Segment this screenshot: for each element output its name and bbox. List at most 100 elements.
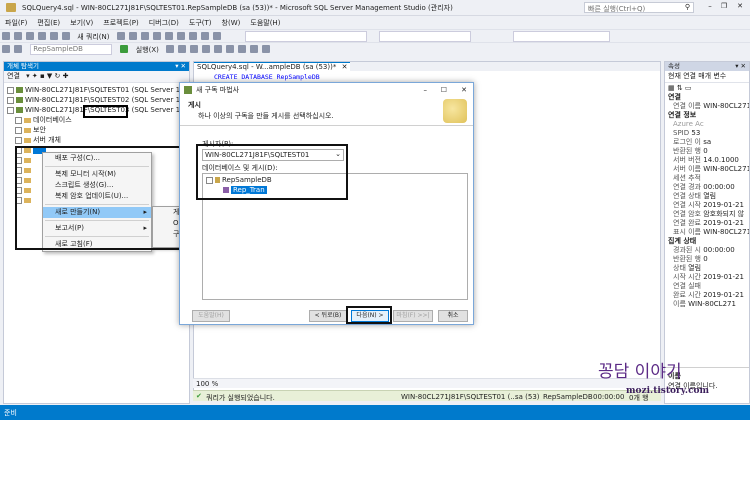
properties-selector[interactable]: 현재 연결 매개 변수 bbox=[665, 71, 749, 83]
menu-debug[interactable]: 디버그(D) bbox=[144, 16, 184, 28]
intellisense-icon[interactable] bbox=[214, 45, 223, 53]
database-dropdown[interactable]: RepSampleDB bbox=[30, 44, 113, 55]
section-connection-info[interactable]: 연결 정보 bbox=[665, 111, 749, 120]
comment-icon[interactable] bbox=[226, 45, 235, 53]
save-all-icon[interactable] bbox=[62, 32, 70, 40]
tree-server-objects[interactable]: 서버 개체 bbox=[7, 135, 189, 145]
property-row[interactable]: SPID 53 bbox=[665, 129, 749, 138]
property-row[interactable]: 반환된 행 0 bbox=[665, 147, 749, 156]
property-row[interactable]: 연결 경과 00:00:00 bbox=[665, 183, 749, 192]
editor-code[interactable]: CREATE DATABASE RepSampleDB bbox=[214, 73, 320, 81]
connect-button[interactable]: 연결 bbox=[7, 72, 20, 80]
wizard-maximize-button[interactable]: ☐ bbox=[441, 83, 447, 97]
cancel-button[interactable]: 취소 bbox=[438, 310, 468, 322]
solution-config-dropdown[interactable] bbox=[244, 31, 367, 42]
property-row[interactable]: 로그인 이 sa bbox=[665, 138, 749, 147]
back-icon[interactable] bbox=[2, 32, 10, 40]
property-row[interactable]: 경과된 시 00:00:00 bbox=[665, 246, 749, 255]
menu-project[interactable]: 프로젝트(P) bbox=[98, 16, 143, 28]
maximize-button[interactable]: ❐ bbox=[718, 2, 730, 13]
copy-icon[interactable] bbox=[176, 32, 185, 40]
connect-icon[interactable] bbox=[2, 45, 10, 53]
tree-server-2[interactable]: WIN-80CL271J81F\SQLTEST02 (SQL Server 14… bbox=[7, 95, 229, 105]
close-button[interactable]: ✕ bbox=[734, 2, 746, 13]
mdx-icon[interactable] bbox=[128, 32, 137, 40]
parse-icon[interactable] bbox=[190, 45, 199, 53]
tree-server-1[interactable]: WIN-80CL271J81F\SQLTEST01 (SQL Server 14… bbox=[7, 85, 229, 95]
property-row[interactable]: 상태 열림 bbox=[665, 264, 749, 273]
property-row[interactable]: 연결 시작 2019-01-21 bbox=[665, 201, 749, 210]
debug-icon[interactable] bbox=[166, 45, 175, 53]
property-row[interactable]: 반환된 행 0 bbox=[665, 255, 749, 264]
properties-header: 속성 ▾ ✕ bbox=[665, 62, 749, 71]
db-query-icon[interactable] bbox=[116, 32, 125, 40]
pin-icon[interactable]: ▾ ✕ bbox=[175, 62, 186, 71]
property-row[interactable]: 연결 완료 2019-01-21 bbox=[665, 219, 749, 228]
property-row[interactable]: 표시 이름 WIN-80CL271 bbox=[665, 228, 749, 237]
uncomment-icon[interactable] bbox=[238, 45, 247, 53]
menu-view[interactable]: 보기(V) bbox=[65, 16, 98, 28]
filter-icon[interactable]: ▾ ✦ ▪ ▼ ↻ ✚ bbox=[26, 72, 68, 80]
solution-platform-dropdown[interactable] bbox=[379, 31, 472, 42]
zoom-level[interactable]: 100 % bbox=[196, 380, 218, 388]
save-icon[interactable] bbox=[50, 32, 58, 40]
outdent-icon[interactable] bbox=[262, 45, 271, 53]
property-row[interactable]: 연결 상태 열림 bbox=[665, 192, 749, 201]
execute-icon[interactable] bbox=[120, 45, 129, 53]
property-row[interactable]: 연결 실패 bbox=[665, 282, 749, 291]
wizard-title: 새 구독 마법사 bbox=[196, 86, 240, 94]
forward-icon[interactable] bbox=[14, 32, 22, 40]
property-row[interactable]: 시작 시간 2019-01-21 bbox=[665, 273, 749, 282]
new-file-icon[interactable] bbox=[26, 32, 34, 40]
property-row[interactable]: 서버 이름 WIN-80CL271 bbox=[665, 165, 749, 174]
finish-button[interactable]: 마침(F) >>| bbox=[393, 310, 433, 322]
back-button[interactable]: < 뒤로(B) bbox=[309, 310, 347, 322]
context-menu-highlight-box bbox=[15, 146, 193, 250]
watermark-title: 꽁담 이야기 bbox=[598, 362, 682, 382]
property-row[interactable]: Azure Ac bbox=[665, 120, 749, 129]
pin-icon[interactable]: ▾ ✕ bbox=[735, 62, 746, 71]
properties-panel: 속성 ▾ ✕ 현재 연결 매개 변수 ▦ ⇅ ▭ 연결 연결 이름 WIN-80… bbox=[664, 61, 750, 404]
change-connection-icon[interactable] bbox=[14, 45, 22, 53]
categorized-icon[interactable]: ▦ ⇅ ▭ bbox=[668, 84, 692, 92]
minimize-button[interactable]: – bbox=[704, 2, 716, 13]
menu-help[interactable]: 도움말(H) bbox=[245, 16, 285, 28]
server-highlight-box bbox=[83, 105, 128, 118]
wizard-close-button[interactable]: ✕ bbox=[461, 83, 467, 97]
quick-launch-input[interactable]: 빠른 실행(Ctrl+Q) ⚲ bbox=[584, 2, 694, 13]
property-row[interactable]: 이름 WIN-80CL271 bbox=[665, 300, 749, 309]
status-bar: 준비 bbox=[0, 405, 750, 420]
cut-icon[interactable] bbox=[164, 32, 173, 40]
menu-window[interactable]: 창(W) bbox=[217, 16, 246, 28]
menu-edit[interactable]: 편집(E) bbox=[32, 16, 65, 28]
editor-tab[interactable]: SQLQuery4.sql - W...ampleDB (sa (53))* ✕ bbox=[194, 62, 351, 72]
section-aggregate[interactable]: 집계 상태 bbox=[665, 237, 749, 246]
property-row[interactable]: 연결 이름 WIN-80CL271 bbox=[665, 102, 749, 111]
tab-close-icon[interactable]: ✕ bbox=[342, 63, 348, 71]
menu-tools[interactable]: 도구(T) bbox=[184, 16, 217, 28]
indent-icon[interactable] bbox=[250, 45, 259, 53]
execute-button[interactable]: 실행(X) bbox=[133, 45, 162, 55]
plan-icon[interactable] bbox=[202, 45, 211, 53]
property-row[interactable]: 세션 추적 bbox=[665, 174, 749, 183]
property-row[interactable]: 완료 시간 2019-01-21 bbox=[665, 291, 749, 300]
redo-icon[interactable] bbox=[212, 32, 221, 40]
dmx-icon[interactable] bbox=[140, 32, 149, 40]
property-row[interactable]: 서버 버전 14.0.1000 bbox=[665, 156, 749, 165]
help-button[interactable]: 도움말(H) bbox=[192, 310, 230, 322]
undo-icon[interactable] bbox=[200, 32, 209, 40]
find-dropdown[interactable] bbox=[513, 31, 611, 42]
property-row[interactable]: 연결 암호 암호화되지 않 bbox=[665, 210, 749, 219]
menu-file[interactable]: 파일(F) bbox=[0, 16, 32, 28]
wizard-header: 게시 하나 이상의 구독을 만들 게시를 선택하십시오. bbox=[180, 97, 473, 126]
xmla-icon[interactable] bbox=[152, 32, 161, 40]
wizard-minimize-button[interactable]: – bbox=[424, 83, 428, 97]
section-connection[interactable]: 연결 bbox=[665, 93, 749, 102]
tree-security[interactable]: 보안 bbox=[7, 125, 189, 135]
server-icon bbox=[16, 107, 23, 113]
open-icon[interactable] bbox=[38, 32, 46, 40]
stop-icon[interactable] bbox=[178, 45, 187, 53]
paste-icon[interactable] bbox=[188, 32, 197, 40]
wizard-icon bbox=[184, 86, 192, 94]
new-query-button[interactable]: 새 쿼리(N) bbox=[74, 32, 112, 42]
